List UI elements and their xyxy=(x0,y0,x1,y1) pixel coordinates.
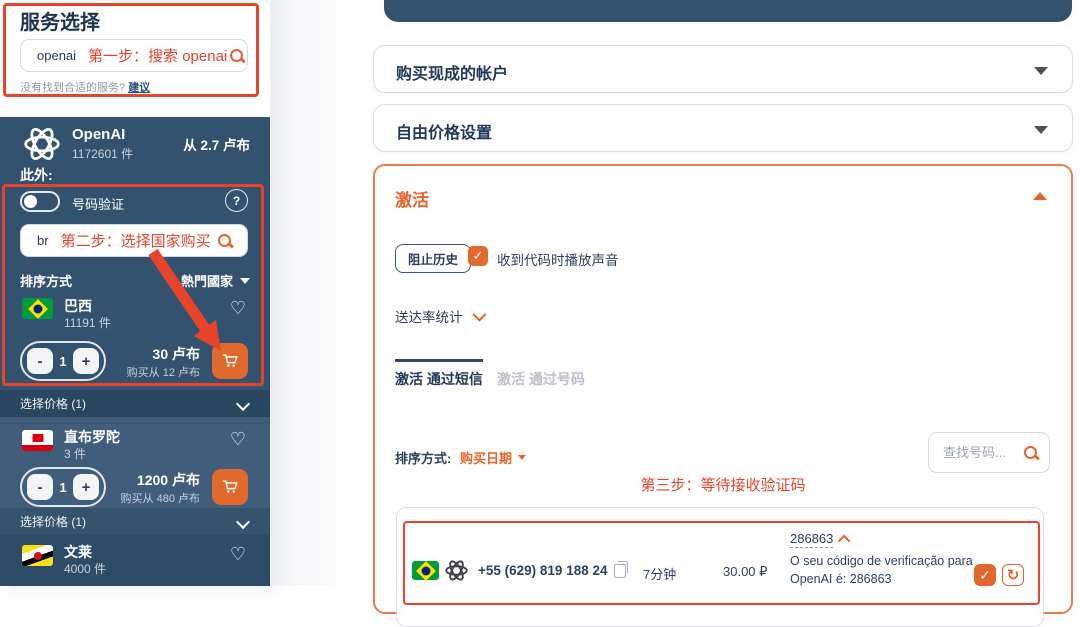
country-buy-from: 购买从 12 卢布 xyxy=(127,364,200,380)
service-name[interactable]: OpenAI xyxy=(72,126,125,143)
country-price: 30 卢布 xyxy=(153,344,200,364)
activation-title: 激活 xyxy=(395,186,429,211)
phone-number: +55 (629) 819 188 24 xyxy=(478,563,626,578)
gibraltar-flag-icon xyxy=(22,430,53,451)
service-search-input[interactable]: openai 第一步：搜索 openai xyxy=(20,39,248,72)
country-search-input[interactable]: br 第二步：选择国家购买 xyxy=(20,224,248,257)
chevron-down-icon xyxy=(518,455,526,460)
cart-icon xyxy=(220,351,240,371)
suggest-link[interactable]: 建议 xyxy=(128,82,150,94)
quantity-stepper: - 1 + xyxy=(20,467,106,507)
country-card-gibraltar: 直布罗陀 3 件 ♡ - 1 + 1200 卢布 购买从 480 卢布 xyxy=(0,417,270,508)
accordion-label: 自由价格设置 xyxy=(396,119,492,143)
quantity-value: 1 xyxy=(59,480,66,495)
annotation-step3: 第三步：等待接收验证码 xyxy=(375,474,1071,495)
country-name: 直布罗陀 xyxy=(64,427,120,447)
copy-icon[interactable] xyxy=(614,564,626,578)
plus-button[interactable]: + xyxy=(73,474,99,500)
number-search-box xyxy=(928,432,1050,473)
buy-cart-button[interactable] xyxy=(212,469,248,505)
tab-activation-number[interactable]: 激活 通过号码 xyxy=(497,362,585,389)
country-count: 11191 件 xyxy=(64,314,111,331)
openai-logo-icon xyxy=(444,558,469,583)
sound-checkbox[interactable]: ✓ xyxy=(468,246,488,266)
annotation-step1: 第一步：搜索 openai xyxy=(88,45,227,66)
sidebar: 服务选择 openai 第一步：搜索 openai 没有找到合适的服务? 建议 … xyxy=(0,0,270,586)
list-sort-dropdown[interactable]: 购买日期 xyxy=(460,448,526,467)
accordion-free-price[interactable]: 自由价格设置 xyxy=(373,104,1073,152)
country-sort-dropdown[interactable]: 熱門國家 xyxy=(181,271,250,290)
service-block: OpenAI 1172601 件 从 2.7 卢布 此外: 号码验证 ? br … xyxy=(0,117,270,390)
service-price-from: 从 2.7 卢布 xyxy=(183,134,250,154)
sms-text-line2: OpenAI é: 286863 xyxy=(790,572,891,586)
minus-button[interactable]: - xyxy=(27,474,53,500)
country-search-value: br xyxy=(37,233,49,248)
sms-text-line1: O seu código de verificação para xyxy=(790,554,973,568)
confirm-button[interactable]: ✓ xyxy=(974,564,996,586)
sms-code[interactable]: 286863 xyxy=(790,531,833,548)
chevron-down-icon xyxy=(236,514,250,528)
search-icon[interactable] xyxy=(1023,445,1039,461)
chevron-down-icon xyxy=(472,308,486,322)
cart-icon xyxy=(220,477,240,497)
quantity-stepper: - 1 + xyxy=(20,341,106,381)
favorite-icon[interactable]: ♡ xyxy=(230,430,246,448)
number-search-input[interactable] xyxy=(941,444,1023,461)
page-gap xyxy=(270,0,356,586)
country-name: 巴西 xyxy=(64,296,92,316)
service-count: 1172601 件 xyxy=(72,145,133,162)
brunei-flag-icon xyxy=(22,545,53,566)
select-price-row[interactable]: 选择价格 (1) xyxy=(0,390,270,417)
minus-button[interactable]: - xyxy=(27,348,53,374)
list-sort-label: 排序方式: xyxy=(395,448,451,467)
service-search-value: openai xyxy=(37,48,76,63)
country-count: 3 件 xyxy=(64,445,86,462)
refresh-button[interactable]: ↻ xyxy=(1002,564,1024,586)
country-name: 文莱 xyxy=(64,542,92,562)
chevron-down-icon xyxy=(240,278,250,284)
delivery-stats-toggle[interactable]: 送达率统计 xyxy=(395,306,483,326)
no-service-text: 没有找到合适的服务? 建议 xyxy=(20,79,150,95)
help-button[interactable]: ? xyxy=(225,189,248,212)
accordion-ready-accounts[interactable]: 购买现成的帐户 xyxy=(373,45,1073,93)
favorite-icon[interactable]: ♡ xyxy=(230,545,246,563)
country-sort-label: 排序方式 xyxy=(20,271,72,290)
chevron-up-icon xyxy=(838,535,851,548)
row-price: 30.00 ₽ xyxy=(723,564,767,580)
sidebar-service-area: OpenAI 1172601 件 从 2.7 卢布 此外: 号码验证 ? br … xyxy=(0,117,270,586)
brazil-flag-icon xyxy=(22,298,53,319)
search-icon[interactable] xyxy=(217,233,233,249)
chevron-down-icon xyxy=(236,396,250,410)
brazil-flag-icon xyxy=(412,561,439,580)
time-remaining: 7分钟 xyxy=(643,564,676,583)
favorite-icon[interactable]: ♡ xyxy=(230,299,246,317)
plus-button[interactable]: + xyxy=(73,348,99,374)
number-verify-label: 号码验证 xyxy=(72,194,124,213)
sms-code-toggle[interactable]: 286863 xyxy=(790,531,850,548)
chevron-down-icon xyxy=(1034,126,1048,134)
country-count: 4000 件 xyxy=(64,560,106,577)
annotation-step2: 第二步：选择国家购买 xyxy=(61,230,211,251)
tab-activation-sms[interactable]: 激活 通过短信 xyxy=(395,359,483,389)
service-select-title: 服务选择 xyxy=(20,6,100,35)
quantity-value: 1 xyxy=(59,354,66,369)
block-history-button[interactable]: 阻止历史 xyxy=(395,244,471,273)
also-label: 此外: xyxy=(20,165,53,185)
chevron-up-icon[interactable] xyxy=(1033,192,1047,200)
chevron-down-icon xyxy=(1034,67,1048,75)
select-price-row[interactable]: 选择价格 (1) xyxy=(0,508,270,535)
sound-checkbox-label: 收到代码时播放声音 xyxy=(497,249,619,269)
accordion-label: 购买现成的帐户 xyxy=(396,60,508,84)
service-select-panel: 服务选择 openai 第一步：搜索 openai 没有找到合适的服务? 建议 xyxy=(0,0,270,117)
buy-cart-button[interactable] xyxy=(212,343,248,379)
search-icon[interactable] xyxy=(229,48,245,64)
country-card-brunei: 文莱 4000 件 ♡ xyxy=(0,534,270,586)
country-price: 1200 卢布 xyxy=(137,470,200,490)
number-verify-toggle[interactable] xyxy=(20,191,60,212)
header-bar xyxy=(384,0,1072,22)
activation-panel: 激活 阻止历史 ✓ 收到代码时播放声音 送达率统计 激活 通过短信 激活 通过号… xyxy=(373,164,1073,614)
country-buy-from: 购买从 480 卢布 xyxy=(121,490,200,506)
openai-logo-icon xyxy=(22,124,62,164)
